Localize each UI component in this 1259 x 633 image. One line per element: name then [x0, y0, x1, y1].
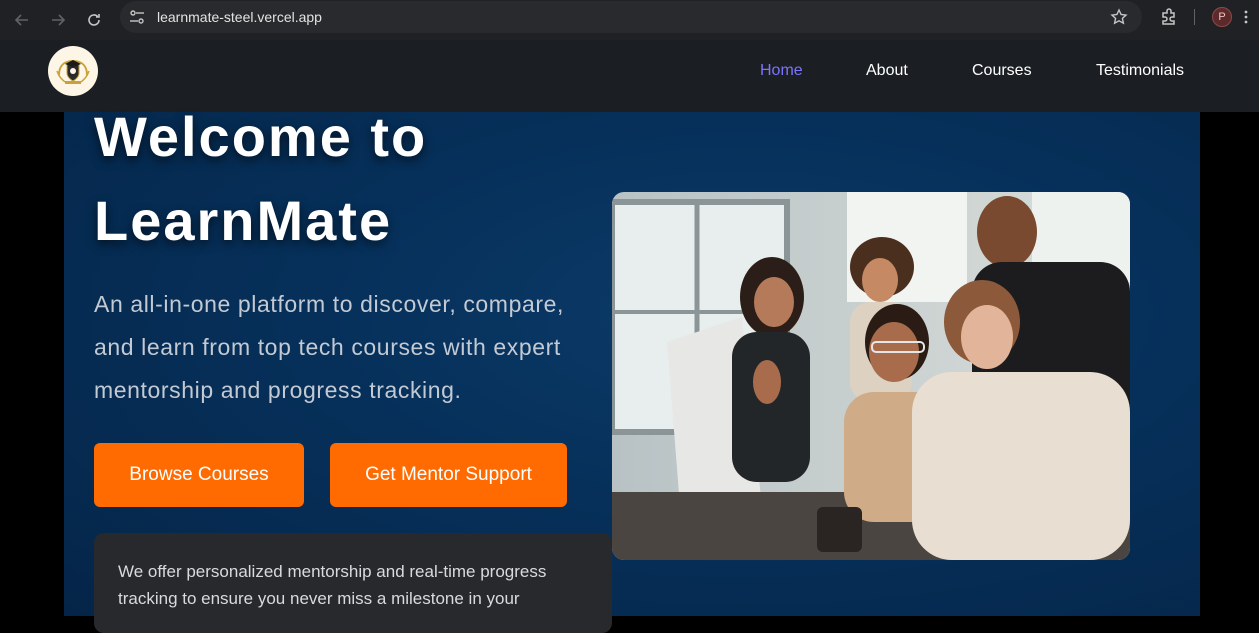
shield-crest-icon [56, 59, 90, 84]
nav-link-courses[interactable]: Courses [972, 62, 1032, 80]
toolbar-divider [1194, 9, 1195, 25]
reload-icon[interactable] [80, 6, 108, 34]
info-card [94, 533, 612, 633]
hero-title-line1: Welcome to [94, 105, 428, 168]
site-settings-icon[interactable] [128, 8, 146, 26]
forward-arrow-icon[interactable] [44, 6, 72, 34]
hero-subtitle-line1: An all-in-one platform to discover, comp… [94, 291, 564, 317]
get-mentor-support-button[interactable]: Get Mentor Support [330, 443, 567, 507]
more-menu-icon[interactable] [1244, 10, 1248, 24]
info-card-line1: We offer personalized mentorship and rea… [118, 562, 547, 581]
hero-team-photo [612, 192, 1130, 560]
learnmate-logo[interactable] [48, 46, 98, 96]
profile-avatar[interactable]: P [1212, 7, 1232, 27]
url-text[interactable]: learnmate-steel.vercel.app [157, 9, 322, 25]
hero-subtitle-line2: and learn from top tech courses with exp… [94, 334, 561, 360]
hero-title-line2: LearnMate [94, 189, 393, 252]
browse-courses-button[interactable]: Browse Courses [94, 443, 304, 507]
extensions-icon[interactable] [1158, 6, 1180, 28]
address-bar[interactable]: learnmate-steel.vercel.app [120, 1, 1142, 33]
browser-toolbar: learnmate-steel.vercel.app P [0, 0, 1259, 40]
back-arrow-icon[interactable] [8, 6, 36, 34]
nav-link-testimonials[interactable]: Testimonials [1096, 62, 1184, 80]
site-navbar: Home About Courses Testimonials [0, 40, 1259, 112]
nav-link-home[interactable]: Home [760, 62, 803, 80]
nav-link-about[interactable]: About [866, 62, 908, 80]
team-at-computer-image [612, 192, 1130, 560]
hero-subtitle-line3: mentorship and progress tracking. [94, 377, 462, 403]
info-card-line2: tracking to ensure you never miss a mile… [118, 589, 520, 608]
bookmark-star-icon[interactable] [1110, 8, 1128, 26]
